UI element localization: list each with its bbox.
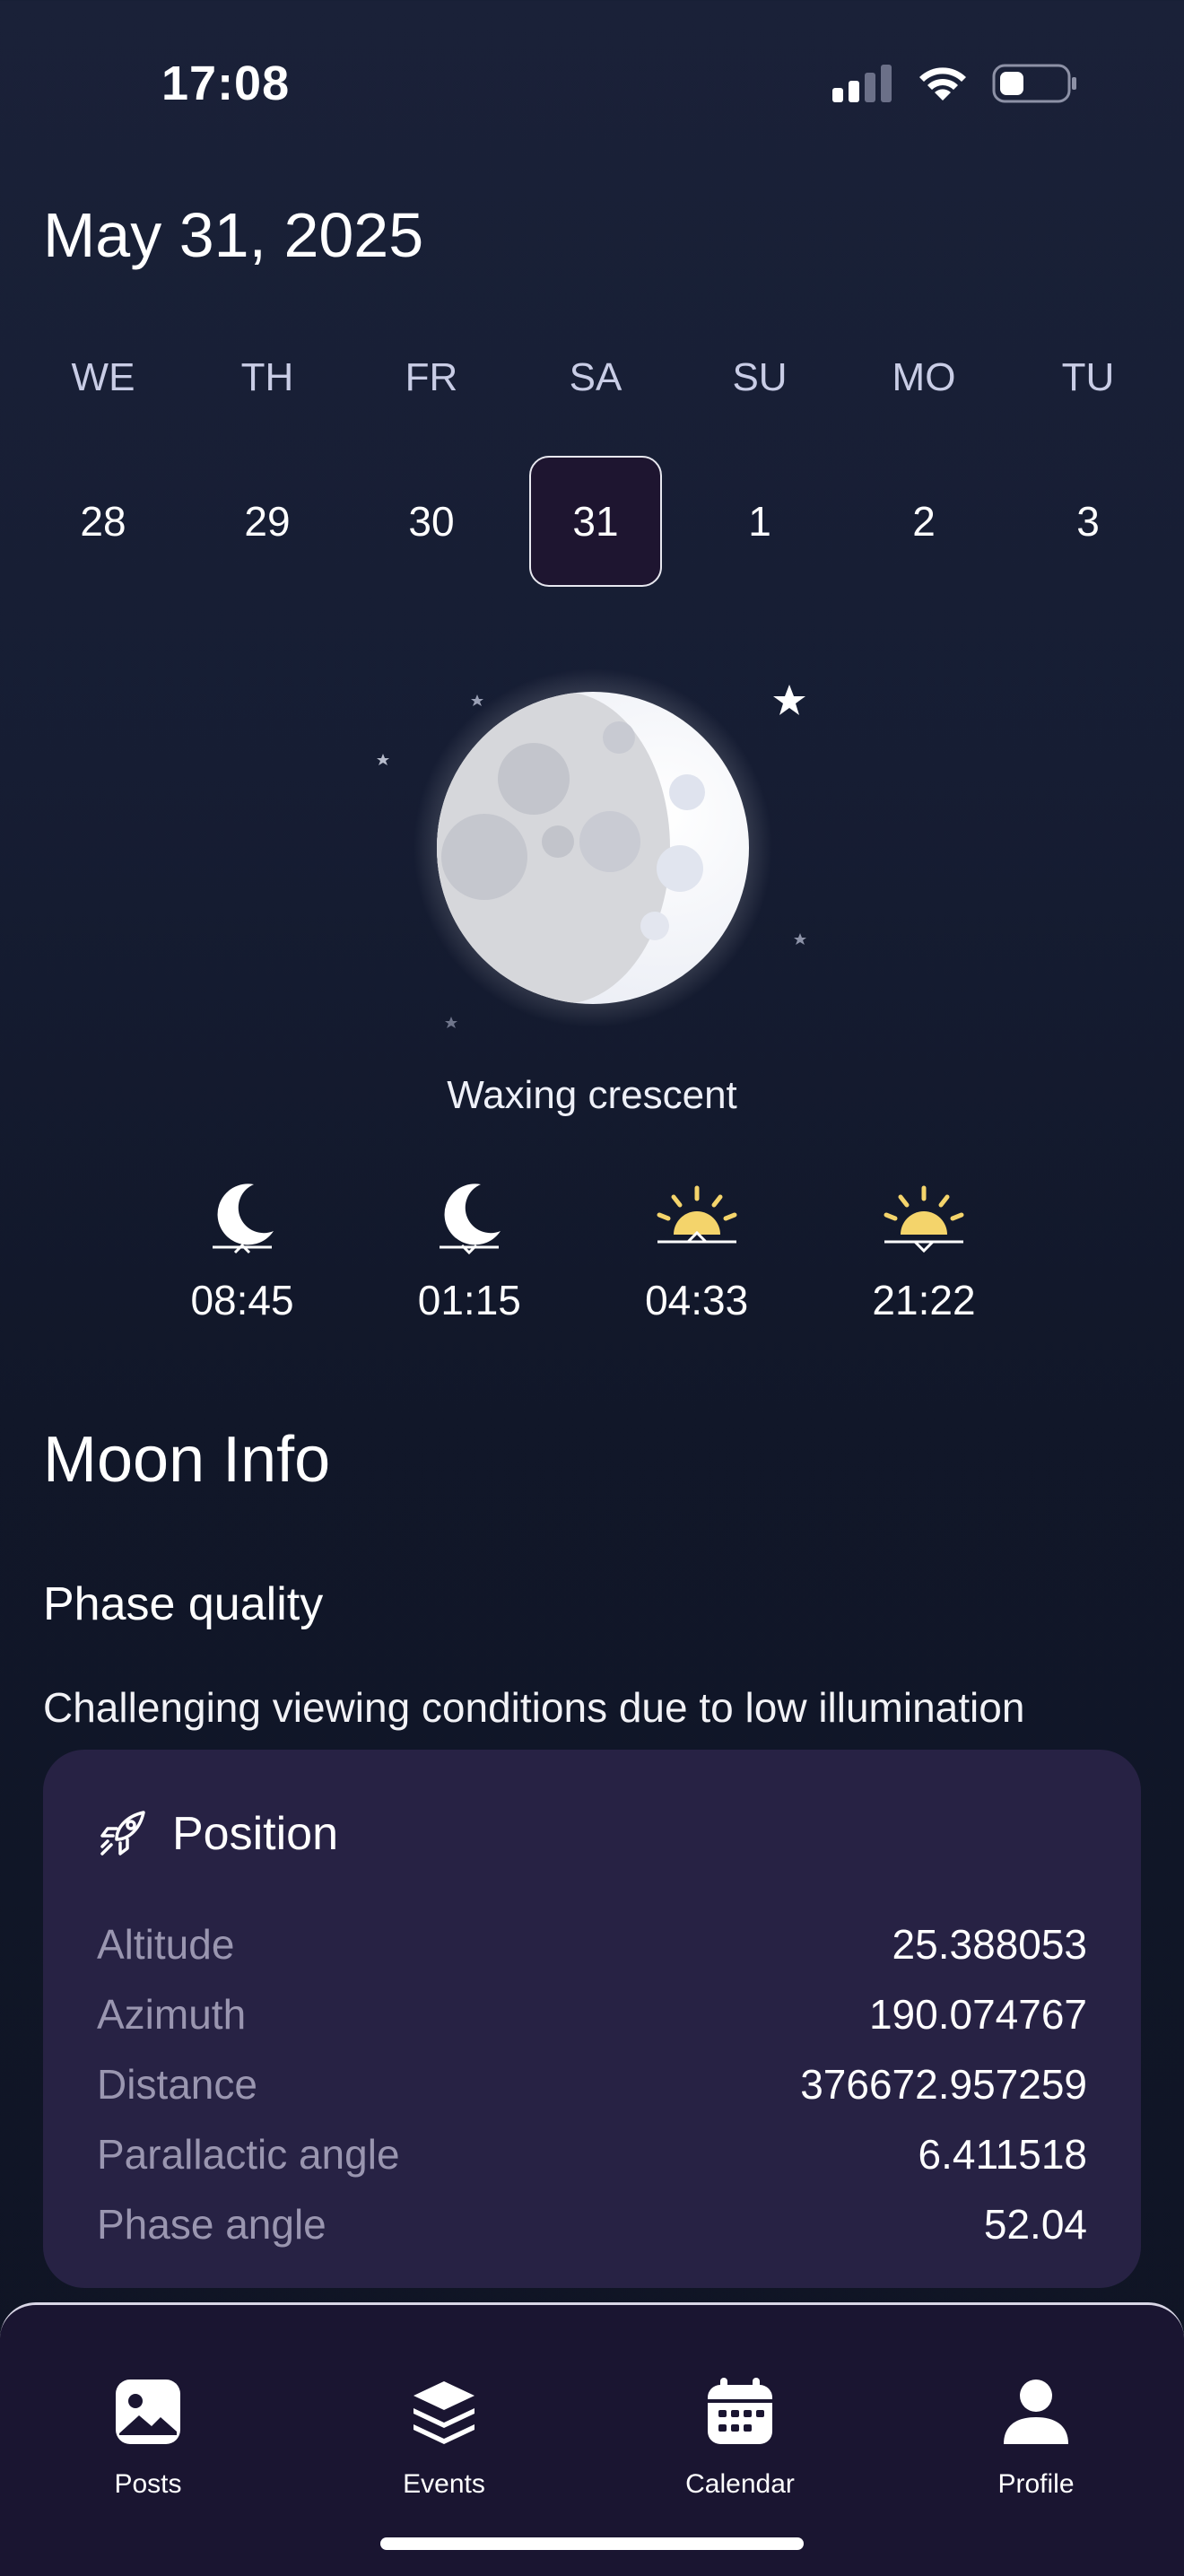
sunset-time: 21:22	[872, 1277, 976, 1323]
status-icons	[831, 63, 1078, 104]
moonset-time: 01:15	[417, 1277, 521, 1323]
position-row-altitude: Altitude 25.388053	[97, 1909, 1087, 1979]
position-row-azimuth: Azimuth 190.074767	[97, 1979, 1087, 2049]
row-key: Phase angle	[97, 2201, 326, 2248]
day-mo[interactable]: MO 2	[857, 350, 991, 587]
day-number: 2	[912, 498, 936, 545]
moon-illustration	[350, 664, 834, 1041]
phase-quality-text: Challenging viewing conditions due to lo…	[43, 1684, 1025, 1731]
day-number: 31	[529, 456, 662, 587]
moonrise-icon	[213, 1183, 274, 1254]
page-title-date: May 31, 2025	[43, 200, 424, 270]
tab-profile[interactable]: Profile	[928, 2376, 1144, 2500]
position-row-phase-angle: Phase angle 52.04	[97, 2189, 1087, 2259]
status-time: 17:08	[161, 57, 291, 110]
tab-bar-items: Posts Events Calendar Profile	[0, 2376, 1184, 2500]
sunrise-icon	[657, 1185, 737, 1244]
row-value: 190.074767	[868, 1991, 1087, 2038]
image-icon	[116, 2380, 180, 2444]
position-card-header: Position	[97, 1807, 338, 1861]
tab-label: Profile	[997, 2469, 1075, 2499]
day-number: 3	[1076, 498, 1100, 545]
day-name: TU	[1061, 355, 1115, 399]
row-value: 376672.957259	[800, 2061, 1087, 2108]
moon-phase-label: Waxing crescent	[447, 1073, 737, 1117]
day-name: TH	[240, 355, 294, 399]
row-key: Parallactic angle	[97, 2131, 400, 2178]
tab-label: Posts	[114, 2469, 182, 2499]
day-name: MO	[892, 355, 956, 399]
person-icon	[1004, 2380, 1068, 2444]
moonrise-event: 08:45	[152, 1175, 332, 1324]
position-title: Position	[172, 1808, 338, 1860]
tab-label: Events	[403, 2469, 485, 2499]
phase-quality-title: Phase quality	[43, 1578, 324, 1630]
row-value: 25.388053	[892, 1921, 1087, 1968]
row-key: Altitude	[97, 1921, 235, 1968]
position-rows: Altitude 25.388053 Azimuth 190.074767 Di…	[97, 1909, 1087, 2259]
day-name: WE	[71, 355, 135, 399]
tab-label: Calendar	[685, 2469, 795, 2499]
row-value: 6.411518	[918, 2131, 1087, 2178]
moonset-event: 01:15	[379, 1175, 559, 1324]
sunrise-time: 04:33	[645, 1277, 749, 1323]
day-name: SU	[732, 355, 788, 399]
day-we[interactable]: WE 28	[36, 350, 170, 587]
day-fr[interactable]: FR 30	[364, 350, 499, 587]
row-key: Distance	[97, 2061, 257, 2108]
day-sa-selected[interactable]: SA 31	[528, 350, 663, 587]
layers-icon	[414, 2381, 474, 2444]
tab-calendar[interactable]: Calendar	[632, 2376, 848, 2500]
battery-icon	[992, 64, 1076, 103]
tab-events[interactable]: Events	[336, 2376, 552, 2500]
row-value: 52.04	[983, 2201, 1087, 2248]
day-number: 29	[244, 498, 291, 545]
cellular-signal-icon	[832, 65, 892, 102]
calendar-icon	[708, 2378, 772, 2444]
day-number: 30	[408, 498, 455, 545]
sunset-icon	[884, 1185, 964, 1253]
section-title-moon-info: Moon Info	[43, 1424, 331, 1496]
day-name: FR	[405, 355, 458, 399]
day-name: SA	[569, 355, 622, 399]
position-row-distance: Distance 376672.957259	[97, 2049, 1087, 2119]
week-strip: WE 28 TH 29 FR 30 SA 31 SU 1 MO 2 TU 3	[36, 350, 1155, 587]
day-number: 1	[748, 498, 771, 545]
sunrise-event: 04:33	[607, 1175, 787, 1324]
day-number: 28	[80, 498, 126, 545]
tab-posts[interactable]: Posts	[40, 2376, 256, 2500]
day-th[interactable]: TH 29	[200, 350, 335, 587]
day-su[interactable]: SU 1	[692, 350, 827, 587]
wifi-icon	[919, 67, 966, 100]
home-indicator	[380, 2537, 804, 2550]
row-key: Azimuth	[97, 1991, 247, 2038]
moonset-icon	[440, 1183, 501, 1255]
sunset-event: 21:22	[834, 1175, 1014, 1324]
moonrise-time: 08:45	[190, 1277, 294, 1323]
rocket-icon	[100, 1811, 145, 1856]
day-tu[interactable]: TU 3	[1021, 350, 1155, 587]
position-row-parallactic-angle: Parallactic angle 6.411518	[97, 2119, 1087, 2189]
rise-set-events: 08:45 01:15 04:33 21:22	[152, 1175, 1014, 1324]
